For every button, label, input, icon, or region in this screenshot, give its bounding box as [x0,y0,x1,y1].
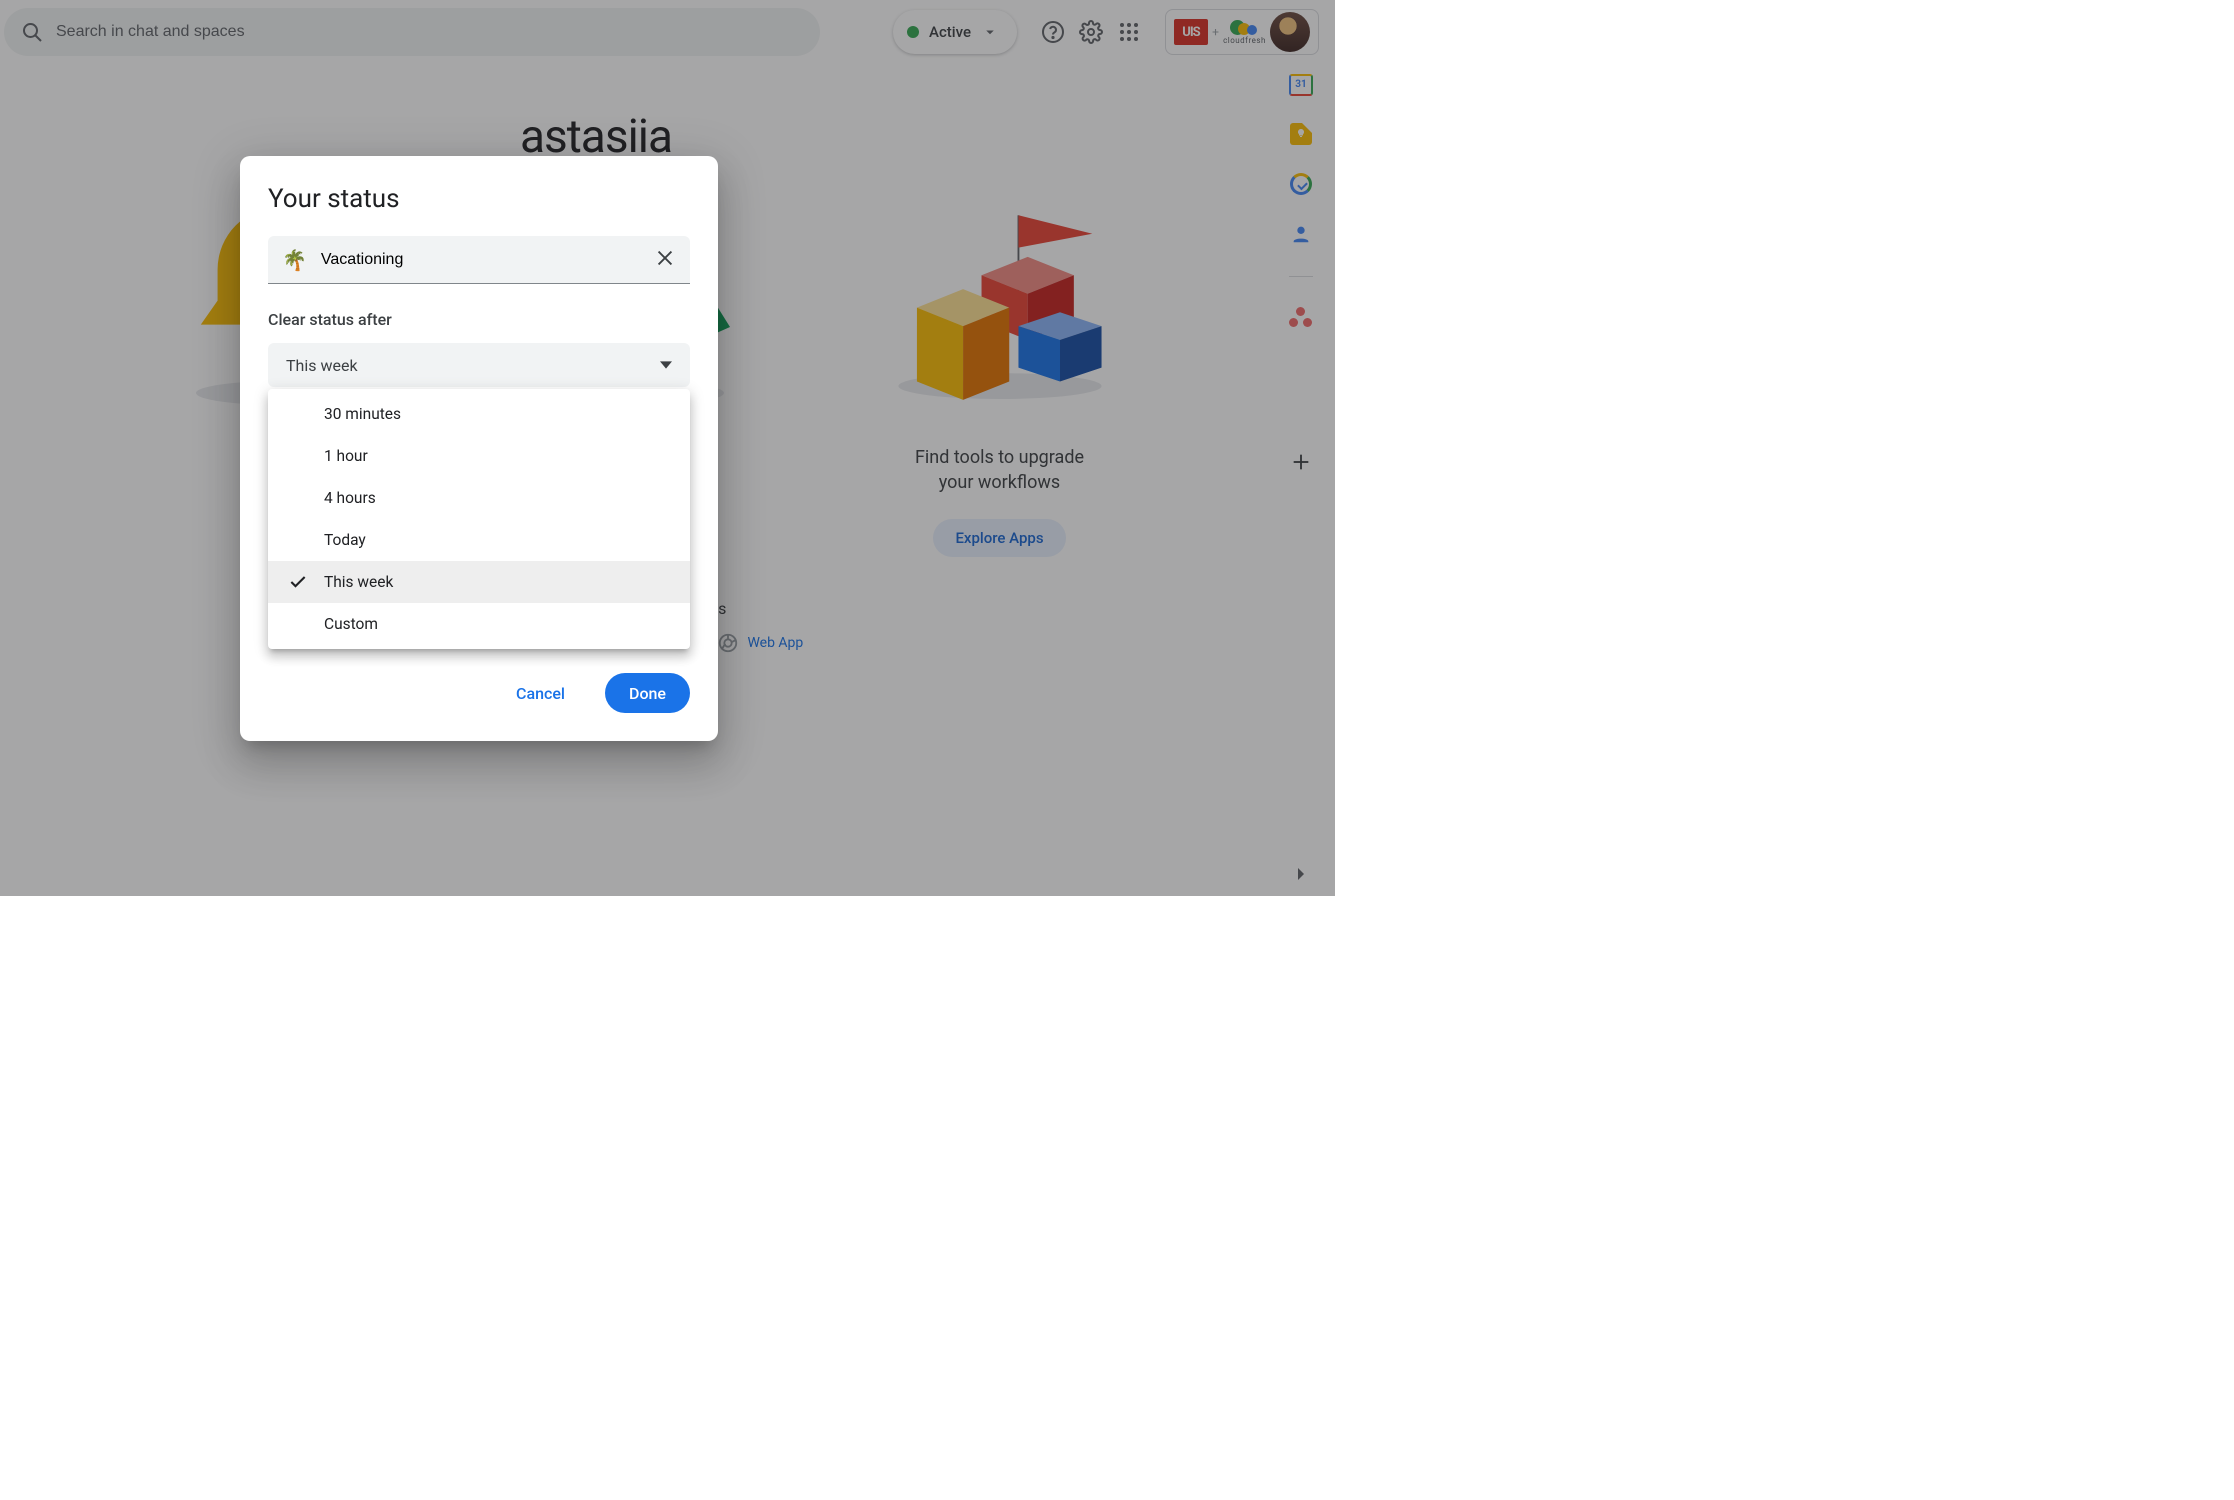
menu-option-label: This week [324,573,393,591]
menu-option-label: Custom [324,615,378,633]
menu-option[interactable]: 4 hours [268,477,690,519]
clear-status-after-label: Clear status after [268,310,690,329]
menu-option-label: 30 minutes [324,405,401,423]
status-emoji-icon[interactable]: 🌴 [282,248,307,272]
menu-option[interactable]: This week [268,561,690,603]
menu-option[interactable]: 30 minutes [268,393,690,435]
your-status-dialog: Your status 🌴 Clear status after This we… [240,156,718,741]
status-text-field[interactable]: 🌴 [268,236,690,284]
menu-option-label: 1 hour [324,447,368,465]
check-icon [288,572,308,596]
cancel-button[interactable]: Cancel [492,673,589,713]
menu-option[interactable]: Today [268,519,690,561]
menu-option[interactable]: 1 hour [268,435,690,477]
select-value: This week [286,356,358,375]
menu-option-label: Today [324,531,366,549]
dialog-title: Your status [268,184,690,214]
status-text-input[interactable] [321,251,640,269]
clear-status-after-select[interactable]: This week [268,343,690,387]
clear-status-text-button[interactable] [654,247,676,273]
menu-option-label: 4 hours [324,489,376,507]
menu-option[interactable]: Custom [268,603,690,645]
done-button[interactable]: Done [605,673,690,713]
dropdown-caret-icon [660,359,672,371]
clear-status-after-menu: 30 minutes 1 hour 4 hours Today This week Cus… [268,389,690,649]
